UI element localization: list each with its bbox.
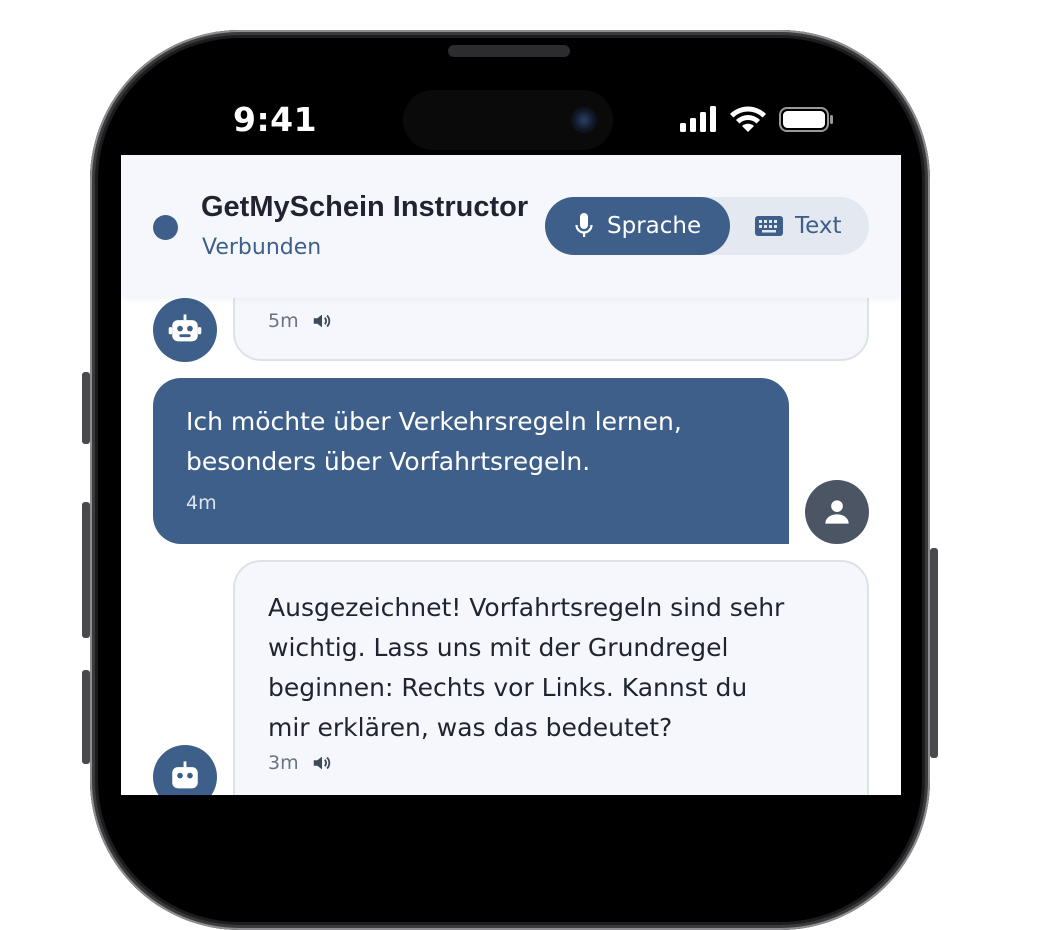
message-line: besonders über Vorfahrtsregeln. [186, 447, 591, 476]
chat-title: GetMySchein Instructor [201, 191, 529, 223]
message-meta: 4m [186, 492, 217, 514]
text-mode-label: Text [795, 213, 842, 239]
cellular-signal-icon [680, 106, 716, 132]
front-camera [571, 107, 597, 133]
side-button-power [930, 548, 938, 758]
side-button-volume-down [82, 670, 90, 764]
chat-header: GetMySchein Instructor Verbunden Sprache [121, 155, 901, 298]
message-meta: 5m [268, 310, 333, 332]
message-meta: 3m [268, 752, 333, 774]
status-time: 9:41 [233, 100, 318, 139]
bot-message-text: Ausgezeichnet! Vorfahrtsregeln sind sehr… [268, 588, 784, 748]
user-avatar [805, 480, 869, 544]
keyboard-icon [755, 216, 783, 236]
voice-mode-button[interactable]: Sprache [545, 197, 730, 255]
speaker-icon [313, 756, 330, 770]
voice-mode-label: Sprache [607, 213, 702, 239]
person-icon [825, 500, 849, 524]
robot-icon [168, 314, 202, 342]
message-line: mir erklären, was das bedeutet? [268, 713, 673, 742]
battery-icon [779, 107, 833, 132]
connection-status-text: Verbunden [202, 235, 322, 260]
user-message-bubble: Ich möchte über Verkehrsregeln lernen, b… [153, 378, 789, 544]
message-time: 5m [268, 310, 299, 332]
connection-status-dot [153, 215, 178, 240]
message-line: Ausgezeichnet! Vorfahrtsregeln sind sehr [268, 593, 785, 622]
app-screen: 5m Ich möchte über Verkehrsregeln lernen… [121, 155, 901, 795]
dynamic-island [403, 90, 613, 150]
bot-avatar [153, 298, 217, 362]
status-icons [680, 106, 840, 136]
message-line: beginnen: Rechts vor Links. Kannst du [268, 673, 748, 702]
user-message-text: Ich möchte über Verkehrsregeln lernen, b… [186, 402, 682, 482]
message-time: 4m [186, 492, 217, 514]
bot-message-bubble: Ausgezeichnet! Vorfahrtsregeln sind sehr… [233, 560, 869, 795]
bot-avatar [153, 745, 217, 795]
earpiece-speaker [448, 45, 570, 57]
side-button-volume-up [82, 502, 90, 638]
play-audio-button[interactable] [311, 310, 333, 332]
play-audio-button[interactable] [311, 752, 333, 774]
message-line: Ich möchte über Verkehrsregeln lernen, [186, 407, 682, 436]
wifi-icon [730, 106, 766, 132]
side-button-mute [82, 372, 90, 444]
mode-toggle: Sprache Text [545, 197, 869, 255]
speaker-icon [313, 314, 330, 328]
robot-icon [172, 761, 198, 789]
message-line: wichtig. Lass uns mit der Grundregel [268, 633, 729, 662]
message-time: 3m [268, 752, 299, 774]
text-mode-button[interactable]: Text [755, 197, 842, 255]
microphone-icon [575, 213, 593, 237]
